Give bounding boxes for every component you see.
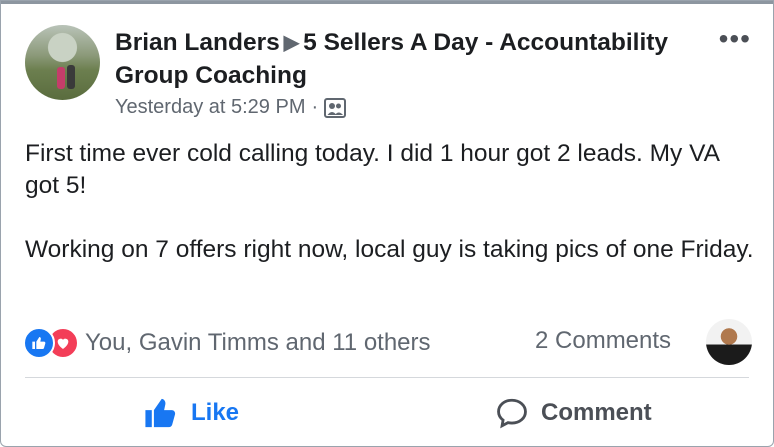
- divider: [25, 377, 749, 378]
- like-icon: [23, 327, 55, 359]
- thumbs-up-icon: [145, 398, 176, 428]
- window-top-border: [1, 1, 773, 4]
- post-meta: Yesterday at 5:29 PM ·: [115, 96, 347, 119]
- group-icon: [324, 97, 347, 118]
- meta-separator: ·: [311, 96, 319, 118]
- comment-label: Comment: [541, 399, 652, 426]
- author-avatar[interactable]: [25, 25, 100, 100]
- post-text-paragraph-2: Working on 7 offers right now, local guy…: [25, 236, 754, 263]
- comments-count[interactable]: 2 Comments: [535, 327, 671, 355]
- post-header-title: Brian Landers ▶ 5 Sellers A Day - Accounta…: [115, 27, 675, 91]
- post-body: First time ever cold calling today. I di…: [25, 138, 755, 266]
- like-button[interactable]: Like: [143, 396, 239, 430]
- comment-button[interactable]: Comment: [495, 396, 652, 430]
- reactions-text: You, Gavin Timms and 11 others: [85, 329, 431, 356]
- author-name[interactable]: Brian Landers: [115, 29, 280, 56]
- comment-bubble-icon: [497, 398, 527, 429]
- reactions-summary[interactable]: You, Gavin Timms and 11 others: [23, 327, 431, 359]
- commenter-avatar[interactable]: [706, 319, 752, 365]
- post-card: Brian Landers ▶ 5 Sellers A Day - Accounta…: [0, 0, 774, 447]
- post-timestamp[interactable]: Yesterday at 5:29 PM: [115, 96, 306, 119]
- like-label: Like: [191, 399, 240, 426]
- more-options-icon[interactable]: •••: [719, 25, 751, 53]
- post-text-paragraph-1: First time ever cold calling today. I di…: [25, 140, 719, 199]
- triangle-right-icon: ▶: [283, 32, 300, 54]
